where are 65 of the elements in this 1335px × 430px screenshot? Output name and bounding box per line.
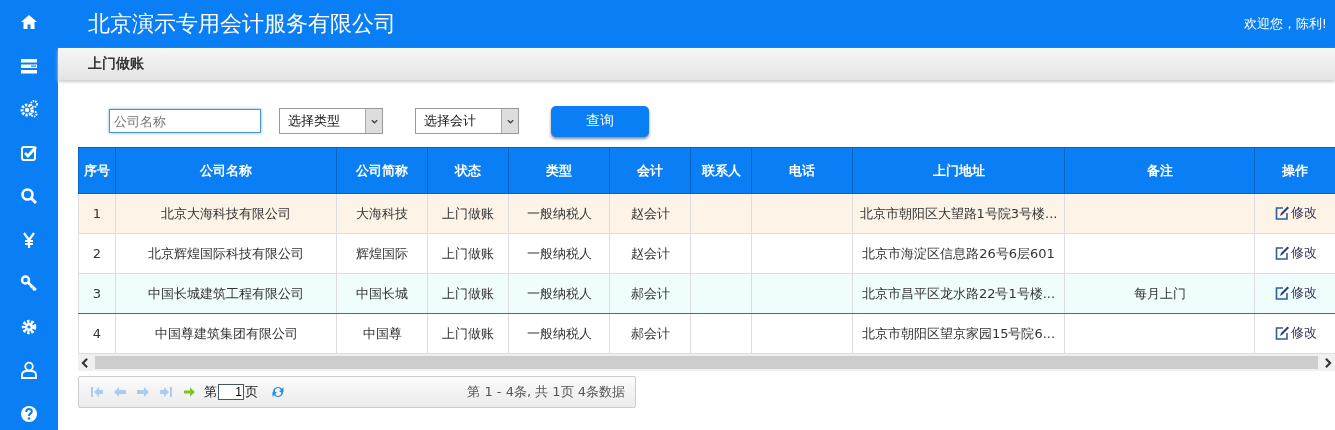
accountant-cell: 郝会计 [609, 273, 691, 314]
column-header: 公司名称 [115, 147, 337, 194]
query-button[interactable]: 查询 [551, 105, 649, 137]
page-info-text: 第 1 - 4条, 共 1页 4条数据 [467, 383, 625, 401]
status-cell: 上门做账 [427, 193, 509, 234]
edit-icon [1273, 204, 1290, 221]
company-short-name: 中国长城 [336, 273, 428, 314]
column-header: 公司简称 [336, 147, 428, 194]
company-name: 中国长城建筑工程有限公司 [115, 273, 337, 314]
user-icon[interactable] [19, 359, 39, 381]
company-name: 中国尊建筑集团有限公司 [115, 313, 337, 354]
type-cell: 一般纳税人 [508, 273, 610, 314]
table-row[interactable]: 2 北京辉煌国际科技有限公司 辉煌国际 上门做账 一般纳税人 赵会计 北京市海淀区信息路26号6层601 修改 [78, 233, 1335, 274]
edit-icon [1273, 284, 1290, 301]
row-number: 4 [78, 313, 116, 354]
address-cell: 北京市朝阳区望京家园15号院6... [852, 313, 1065, 354]
column-header: 上门地址 [852, 147, 1065, 194]
address-cell: 北京市昌平区龙水路22号1号楼... [852, 273, 1065, 314]
edit-icon [1273, 244, 1290, 261]
edit-icon [1273, 324, 1290, 341]
address-cell: 北京市海淀区信息路26号6层601 [852, 233, 1065, 274]
type-select[interactable]: 选择类型 [279, 108, 383, 134]
accountant-cell: 赵会计 [609, 193, 691, 234]
page-title: 上门做账 [88, 55, 144, 73]
gears-icon[interactable] [19, 98, 39, 120]
status-cell: 上门做账 [427, 233, 509, 274]
company-title: 北京演示专用会计服务有限公司 [88, 10, 396, 38]
company-name: 北京辉煌国际科技有限公司 [115, 233, 337, 274]
horizontal-scrollbar[interactable] [78, 354, 1335, 371]
page-label: 第 [204, 383, 217, 401]
type-cell: 一般纳税人 [508, 193, 610, 234]
company-name: 北京大海科技有限公司 [115, 193, 337, 234]
table-row[interactable]: 3 中国长城建筑工程有限公司 中国长城 上门做账 一般纳税人 郝会计 北京市昌平区龙水路22号1号楼... 每月上门 修改 [78, 273, 1335, 314]
status-cell: 上门做账 [427, 313, 509, 354]
welcome-text: 欢迎您，陈利! [1243, 15, 1327, 33]
column-header: 联系人 [690, 147, 752, 194]
column-header: 操作 [1254, 147, 1335, 194]
accountant-cell: 郝会计 [609, 313, 691, 354]
company-name-input[interactable]: 公司名称 [109, 109, 261, 133]
row-number: 2 [78, 233, 116, 274]
row-number: 1 [78, 193, 116, 234]
type-cell: 一般纳税人 [508, 313, 610, 354]
page-input[interactable]: 1 [218, 384, 244, 400]
row-number: 3 [78, 273, 116, 314]
company-short-name: 大海科技 [336, 193, 428, 234]
type-cell: 一般纳税人 [508, 233, 610, 274]
accountant-cell: 赵会计 [609, 233, 691, 274]
column-header: 备注 [1064, 147, 1255, 194]
company-short-name: 中国尊 [336, 313, 428, 354]
refresh-icon[interactable] [270, 384, 286, 400]
column-header: 类型 [508, 147, 610, 194]
table-row[interactable]: 1 北京大海科技有限公司 大海科技 上门做账 一般纳税人 赵会计 北京市朝阳区大望路1号院3号楼... 修改 [78, 193, 1335, 234]
page-label: 页 [245, 383, 258, 401]
column-header: 电话 [751, 147, 853, 194]
company-short-name: 辉煌国际 [336, 233, 428, 274]
column-header: 会计 [609, 147, 691, 194]
column-header: 序号 [78, 147, 116, 194]
accountant-select[interactable]: 选择会计 [415, 108, 519, 134]
search-icon[interactable] [19, 185, 39, 207]
column-header: 状态 [427, 147, 509, 194]
address-cell: 北京市朝阳区大望路1号院3号楼... [852, 193, 1065, 234]
status-cell: 上门做账 [427, 273, 509, 314]
table-row[interactable]: 4 中国尊建筑集团有限公司 中国尊 上门做账 一般纳税人 郝会计 北京市朝阳区望京家园15号院6... 修改 [78, 313, 1335, 354]
note-cell: 每月上门 [1064, 273, 1255, 314]
key-icon[interactable] [19, 272, 39, 294]
